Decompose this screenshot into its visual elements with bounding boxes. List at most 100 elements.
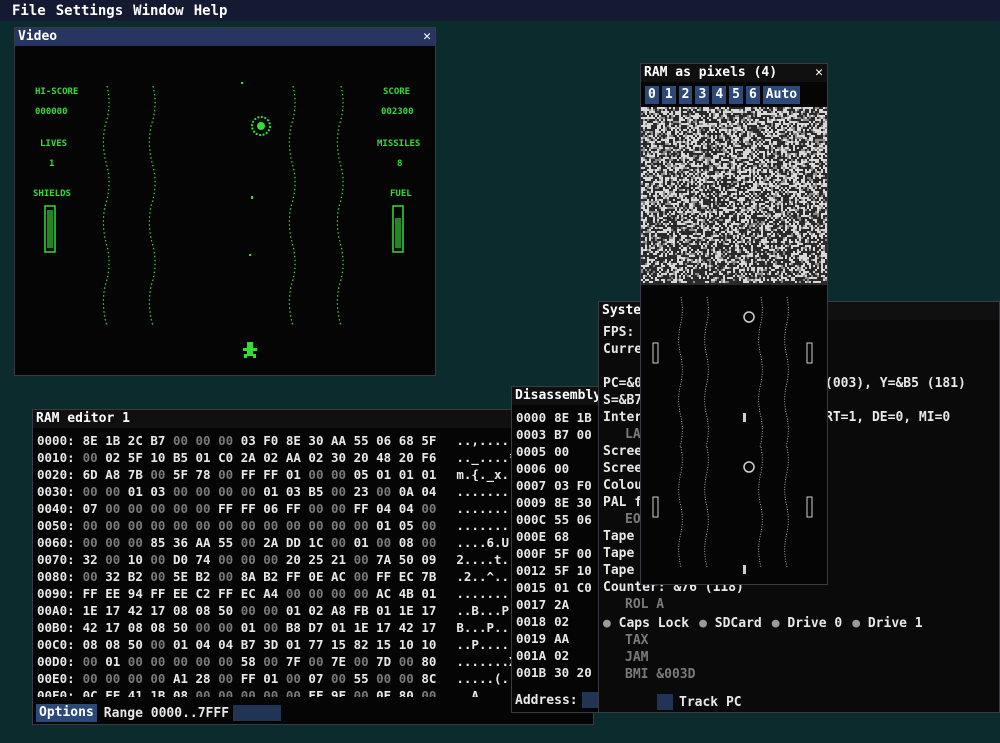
disassembly-row[interactable]: 000E 68 [516,528,610,545]
hex-row[interactable]: 00E0: 00 00 00 00 A1 28 00 FF 01 00 07 00… [37,670,593,687]
page-button-5[interactable]: 5 [729,86,743,104]
hex-bytes[interactable]: 0C FF 41 1B 08 00 00 00 00 00 FF 9F 00 0… [83,688,437,697]
ram-editor-titlebar[interactable]: RAM editor 1 [33,410,593,428]
hex-row[interactable]: 00D0: 00 01 00 00 00 00 00 58 00 7F 00 7E… [37,653,593,670]
page-button-3[interactable]: 3 [695,86,710,104]
disassembly-window: Disassembly 0000 8E 1B 0003 B7 00 0005 00 0006… [511,386,611,713]
hex-row[interactable]: 00F0: 0C FF 41 1B 08 00 00 00 00 00 FF 9F… [37,687,593,697]
page-button-1[interactable]: 1 [661,86,676,104]
hex-bytes[interactable]: 00 00 00 00 A1 28 00 FF 01 00 07 00 55 0… [83,671,437,686]
hex-row[interactable]: 0010: 00 02 5F 10 B5 01 C0 2A 02 AA 02 30… [37,449,593,466]
disassembly-row[interactable]: 001B 30 20 [516,664,610,681]
hex-bytes[interactable]: 00 00 01 03 00 00 00 00 01 03 B5 00 23 0… [83,484,437,499]
hex-bytes[interactable]: 00 00 00 85 36 AA 55 00 2A DD 1C 00 01 0… [83,535,437,550]
hex-row[interactable]: 0080: 00 32 B2 00 5E B2 00 8A B2 FF 0E AC… [37,568,593,585]
video-title: Video [18,29,58,44]
hex-bytes[interactable]: 08 08 50 00 01 04 04 B7 3D 01 77 15 82 1… [83,637,437,652]
hex-bytes[interactable]: 1E 17 42 17 08 08 50 00 00 01 02 A8 FB 0… [83,603,437,618]
hex-address: 0090: [37,586,75,601]
options-button[interactable]: Options [36,704,97,722]
hex-row[interactable]: 0040: 07 00 00 00 00 00 FF FF 06 FF 00 00… [37,500,593,517]
video-titlebar[interactable]: Video ✕ [15,28,435,46]
hex-row[interactable]: 0030: 00 00 01 03 00 00 00 00 01 03 B5 00… [37,483,593,500]
hex-bytes[interactable]: 00 01 00 00 00 00 00 58 00 7F 00 7E 00 7… [83,654,437,669]
disassembly-address: 000C [516,512,547,527]
hex-row[interactable]: 00B0: 42 17 08 08 50 00 00 01 00 B8 D7 01… [37,619,593,636]
menu-help[interactable]: Help [189,3,233,19]
hex-address: 00C0: [37,637,75,652]
disassembly-list[interactable]: 0000 8E 1B 0003 B7 00 0005 00 0006 00 0007 03 F0 0… [512,405,610,681]
disassembly-address: 0015 [516,580,547,595]
led-sdcard: ● SDCard [699,616,762,631]
page-button-0[interactable]: 0 [645,86,659,104]
track-pc-checkbox[interactable] [657,694,673,710]
led-row: ● Caps Lock ● SDCard ● Drive 0 ● Drive 1 [603,615,999,632]
hex-row[interactable]: 0090: FF EE 94 FF EE C2 FF EC A4 00 00 00… [37,585,593,602]
river-bank-left-outer [102,85,110,327]
disassembly-address: 0012 [516,563,547,578]
disassembly-row[interactable]: 0006 00 [516,460,610,477]
page-button-4[interactable]: 4 [712,86,727,104]
hex-row[interactable]: 0050: 00 00 00 00 00 00 00 00 00 00 00 00… [37,517,593,534]
disassembly-row[interactable]: 0018 02 [516,613,610,630]
hex-row[interactable]: 0070: 32 00 10 00 D0 74 00 00 00 20 25 21… [37,551,593,568]
range-input[interactable] [233,705,282,721]
hex-row[interactable]: 0020: 6D A8 7B 00 5F 78 00 FF FF 01 00 00… [37,466,593,483]
disassembly-address: 0018 [516,614,547,629]
disassembly-row[interactable]: 0017 2A [516,596,610,613]
hex-row[interactable]: 00A0: 1E 17 42 17 08 08 50 00 00 01 02 A8… [37,602,593,619]
close-icon[interactable]: ✕ [423,28,431,46]
hex-row[interactable]: 00C0: 08 08 50 00 01 04 04 B7 3D 01 77 15… [37,636,593,653]
hex-address: 0020: [37,467,75,482]
close-icon[interactable]: ✕ [815,64,823,82]
track-pc-row: Track PC [657,694,742,710]
menu-settings[interactable]: Settings [51,3,128,19]
disassembly-row[interactable]: 0019 AA [516,630,610,647]
hex-bytes[interactable]: 8E 1B 2C B7 00 00 00 03 F0 8E 30 AA 55 0… [83,433,437,448]
disassembly-row[interactable]: 000F 5F 00 [516,545,610,562]
hex-bytes[interactable]: 42 17 08 08 50 00 00 01 00 B8 D7 01 1E 1… [83,620,437,635]
hex-bytes[interactable]: 00 32 B2 00 5E B2 00 8A B2 FF 0E AC 00 F… [83,569,437,584]
disassembly-opcodes: 2A [554,597,570,612]
led-icon: ● [699,616,707,631]
disassembly-address: 0007 [516,478,547,493]
led-drive-0: ● Drive 0 [771,616,843,631]
address-row: Address: [515,692,610,708]
game-screen: HI-SCORE 000000 LIVES 1 SHIELDS SCORE 00… [33,82,420,358]
hex-bytes[interactable]: 00 02 5F 10 B5 01 C0 2A 02 AA 02 30 20 4… [83,450,437,465]
disassembly-row[interactable]: 0003 B7 00 [516,426,610,443]
disassembly-opcodes: 00 [554,444,570,459]
hex-bytes[interactable]: 6D A8 7B 00 5F 78 00 FF FF 01 00 00 05 0… [83,467,437,482]
system-title: Syste [602,303,642,318]
menu-file[interactable]: File [0,3,51,19]
disassembly-row[interactable]: 0015 01 C0 [516,579,610,596]
xy-registers: (003), Y=&B5 (181) [825,376,966,391]
disassembly-row[interactable]: 0000 8E 1B [516,409,610,426]
page-button-6[interactable]: 6 [745,86,760,104]
page-button-auto[interactable]: Auto [762,86,801,104]
hex-row[interactable]: 0000: 8E 1B 2C B7 00 00 00 03 F0 8E 30 AA… [37,432,593,449]
disassembly-row[interactable]: 000C 55 06 [516,511,610,528]
disassembly-row[interactable]: 0012 5F 10 [516,562,610,579]
hex-dump[interactable]: 0000: 8E 1B 2C B7 00 00 00 03 F0 8E 30 AA… [33,428,593,697]
hex-address: 0010: [37,450,75,465]
score-label: SCORE [383,87,410,97]
menu-window[interactable]: Window [128,3,189,19]
hex-row[interactable]: 0060: 00 00 00 85 36 AA 55 00 2A DD 1C 00… [37,534,593,551]
hex-bytes[interactable]: 32 00 10 00 D0 74 00 00 00 20 25 21 00 7… [83,552,437,567]
hex-bytes[interactable]: 07 00 00 00 00 00 FF FF 06 FF 00 00 FF 0… [83,501,437,516]
disassembly-row[interactable]: 001A 02 [516,647,610,664]
disassembly-row[interactable]: 0007 03 F0 [516,477,610,494]
disassembly-row[interactable]: 0005 00 [516,443,610,460]
hiscore-value: 000000 [35,107,68,117]
hex-bytes[interactable]: 00 00 00 00 00 00 00 00 00 00 00 00 00 0… [83,518,437,533]
led-caps-lock: ● Caps Lock [603,616,690,631]
disassembly-titlebar[interactable]: Disassembly [512,387,610,405]
ram-pixels-titlebar[interactable]: RAM as pixels (4) ✕ [641,64,827,82]
hex-bytes[interactable]: FF EE 94 FF EE C2 FF EC A4 00 00 00 00 A… [83,586,437,601]
disassembly-row[interactable]: 0009 8E 30 [516,494,610,511]
hex-address: 0080: [37,569,75,584]
disassembly-address: 0009 [516,495,547,510]
hex-address: 00B0: [37,620,75,635]
page-button-2[interactable]: 2 [678,86,693,104]
